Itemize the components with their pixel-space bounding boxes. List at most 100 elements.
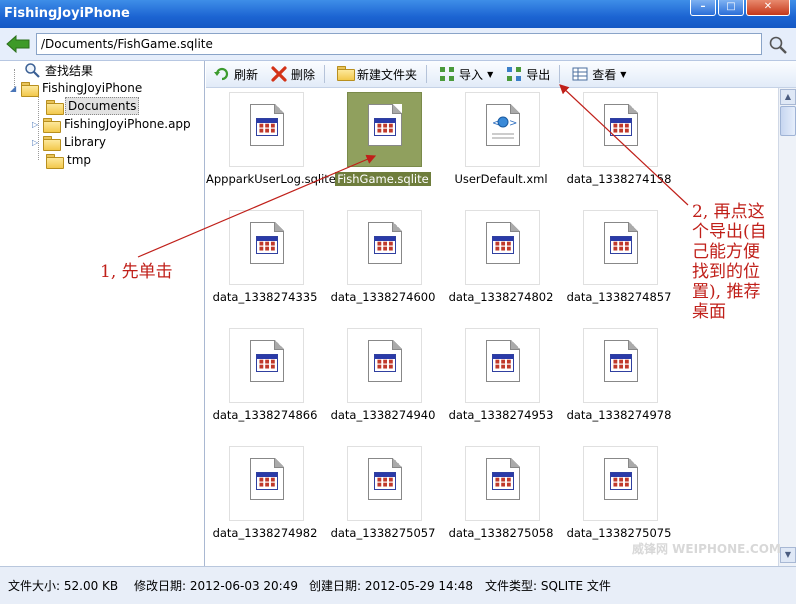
back-arrow-icon[interactable] xyxy=(6,35,30,53)
tree-item-search-results[interactable]: 查找结果 xyxy=(24,61,95,79)
file-name-text: data_1338274940 xyxy=(330,408,436,422)
database-file-icon: ■■■ ■■■ xyxy=(250,458,284,500)
tree-label: 查找结果 xyxy=(45,63,94,78)
view-button[interactable]: 查看 ▼ xyxy=(567,63,631,85)
folder-icon xyxy=(46,99,64,115)
title-bar: FishingJoyiPhone – □ ✕ xyxy=(0,0,796,28)
database-file-icon: ■■■ ■■■ xyxy=(604,104,638,146)
annotation-line: 桌面 xyxy=(692,302,726,322)
import-label: 导入 xyxy=(459,67,484,82)
file-name: data_1338274953 xyxy=(442,408,560,422)
file-name-text: data_1338274978 xyxy=(566,408,672,422)
file-thumbnail: < > xyxy=(465,92,540,167)
file-thumbnail: ■■■ ■■■ xyxy=(347,92,422,167)
new-folder-button[interactable]: 新建文件夹 xyxy=(332,63,422,85)
tree-item-library[interactable]: ▷ Library xyxy=(32,133,108,151)
search-icon[interactable] xyxy=(768,35,788,55)
tree-item-tmp[interactable]: tmp xyxy=(46,151,93,169)
minimize-button[interactable]: – xyxy=(690,0,716,16)
export-label: 导出 xyxy=(526,67,551,82)
scroll-down-arrow-icon[interactable]: ▼ xyxy=(780,547,796,563)
import-button[interactable]: 导入 ▼ xyxy=(434,63,498,85)
view-label: 查看 xyxy=(592,67,617,82)
file-item[interactable]: ■■■ ■■■ data_1338274953 xyxy=(442,324,560,442)
database-file-icon: ■■■ ■■■ xyxy=(250,104,284,146)
file-item[interactable]: ■■■ ■■■ data_1338274940 xyxy=(324,324,442,442)
file-thumbnail: ■■■ ■■■ xyxy=(465,210,540,285)
file-name-text: data_1338274953 xyxy=(448,408,554,422)
close-button[interactable]: ✕ xyxy=(746,0,790,16)
file-name-text: data_1338274866 xyxy=(212,408,318,422)
file-name: data_1338274857 xyxy=(560,290,678,304)
tree-label: Library xyxy=(64,135,106,149)
collapsed-arrow-icon[interactable]: ▷ xyxy=(32,120,40,129)
file-item[interactable]: ■■■ ■■■ data_1338274158 xyxy=(560,88,678,206)
refresh-icon xyxy=(214,67,229,81)
file-thumbnail: ■■■ ■■■ xyxy=(583,328,658,403)
expanded-arrow-icon[interactable]: ◢ xyxy=(10,84,18,93)
svg-text:>: > xyxy=(509,118,517,129)
tree-item-root[interactable]: ◢ FishingJoyiPhone xyxy=(10,79,144,97)
vertical-scrollbar[interactable]: ▲ ▼ xyxy=(778,88,796,566)
delete-label: 删除 xyxy=(291,67,316,82)
file-name-text: FishGame.sqlite xyxy=(335,172,431,186)
import-icon xyxy=(440,67,455,81)
file-item[interactable]: ■■■ ■■■ data_1338274600 xyxy=(324,206,442,324)
export-button[interactable]: 导出 xyxy=(501,63,555,85)
toolbar-separator xyxy=(426,65,428,83)
scroll-up-arrow-icon[interactable]: ▲ xyxy=(780,89,796,105)
database-file-icon: ■■■ ■■■ xyxy=(486,340,520,382)
file-item[interactable]: ■■■ ■■■ data_1338274802 xyxy=(442,206,560,324)
refresh-button[interactable]: 刷新 xyxy=(209,63,263,85)
file-thumbnail: ■■■ ■■■ xyxy=(465,446,540,521)
file-thumbnail: ■■■ ■■■ xyxy=(465,328,540,403)
file-item[interactable]: < > UserDefault.xml xyxy=(442,88,560,206)
file-item[interactable]: ■■■ ■■■ data_1338274857 xyxy=(560,206,678,324)
database-file-icon: ■■■ ■■■ xyxy=(604,222,638,264)
file-name-text: data_1338274802 xyxy=(448,290,554,304)
refresh-label: 刷新 xyxy=(234,67,259,82)
file-name-text: data_1338274335 xyxy=(212,290,318,304)
file-item[interactable]: ■■■ ■■■ data_1338274982 xyxy=(206,442,324,560)
file-name-text: AppparkUserLog.sqlite xyxy=(206,172,336,186)
watermark: 威锋网 WEIPHONE.COM xyxy=(632,542,781,556)
file-thumbnail: ■■■ ■■■ xyxy=(347,446,422,521)
tree-item-app[interactable]: ▷ FishingJoyiPhone.app xyxy=(32,115,193,133)
status-file-type: 文件类型: SQLITE 文件 xyxy=(485,579,611,593)
status-file-size: 文件大小: 52.00 KB xyxy=(8,579,119,593)
file-item[interactable]: ■■■ ■■■ data_1338274978 xyxy=(560,324,678,442)
file-item[interactable]: ■■■ ■■■ FishGame.sqlite xyxy=(324,88,442,206)
file-name-text: UserDefault.xml xyxy=(454,172,548,186)
database-file-icon: ■■■ ■■■ xyxy=(250,222,284,264)
file-item[interactable]: ■■■ ■■■ data_1338275057 xyxy=(324,442,442,560)
file-name: data_1338274866 xyxy=(206,408,324,422)
file-name-text: data_1338274158 xyxy=(566,172,672,186)
folder-icon xyxy=(21,81,39,97)
file-name: data_1338275075 xyxy=(560,526,678,540)
window-title: FishingJoyiPhone xyxy=(4,6,130,21)
database-file-icon: ■■■ ■■■ xyxy=(604,340,638,382)
collapsed-arrow-icon[interactable]: ▷ xyxy=(32,138,40,147)
tree-label: FishingJoyiPhone xyxy=(42,81,143,95)
file-name: AppparkUserLog.sqlite xyxy=(206,172,336,186)
file-thumbnail: ■■■ ■■■ xyxy=(583,446,658,521)
tree-item-documents[interactable]: Documents xyxy=(46,97,140,115)
dropdown-caret-icon[interactable]: ▼ xyxy=(620,70,626,79)
database-file-icon: ■■■ ■■■ xyxy=(368,104,402,146)
scroll-thumb[interactable] xyxy=(780,106,796,136)
dropdown-caret-icon[interactable]: ▼ xyxy=(487,70,493,79)
delete-button[interactable]: 删除 xyxy=(266,63,320,85)
toolbar-separator xyxy=(324,65,326,83)
tree-label: FishingJoyiPhone.app xyxy=(64,117,191,131)
file-item[interactable]: ■■■ ■■■ data_1338275058 xyxy=(442,442,560,560)
new-folder-label: 新建文件夹 xyxy=(357,67,418,82)
file-item[interactable]: ■■■ ■■■ data_1338274866 xyxy=(206,324,324,442)
status-created-date: 创建日期: 2012-05-29 14:48 xyxy=(309,579,473,593)
database-file-icon: ■■■ ■■■ xyxy=(604,458,638,500)
file-item[interactable]: ■■■ ■■■ AppparkUserLog.sqlite xyxy=(206,88,336,206)
file-item[interactable]: ■■■ ■■■ data_1338274335 xyxy=(206,206,324,324)
maximize-button[interactable]: □ xyxy=(718,0,744,16)
file-name-text: data_1338275058 xyxy=(448,526,554,540)
path-input[interactable] xyxy=(36,33,762,55)
new-folder-icon xyxy=(337,66,356,82)
